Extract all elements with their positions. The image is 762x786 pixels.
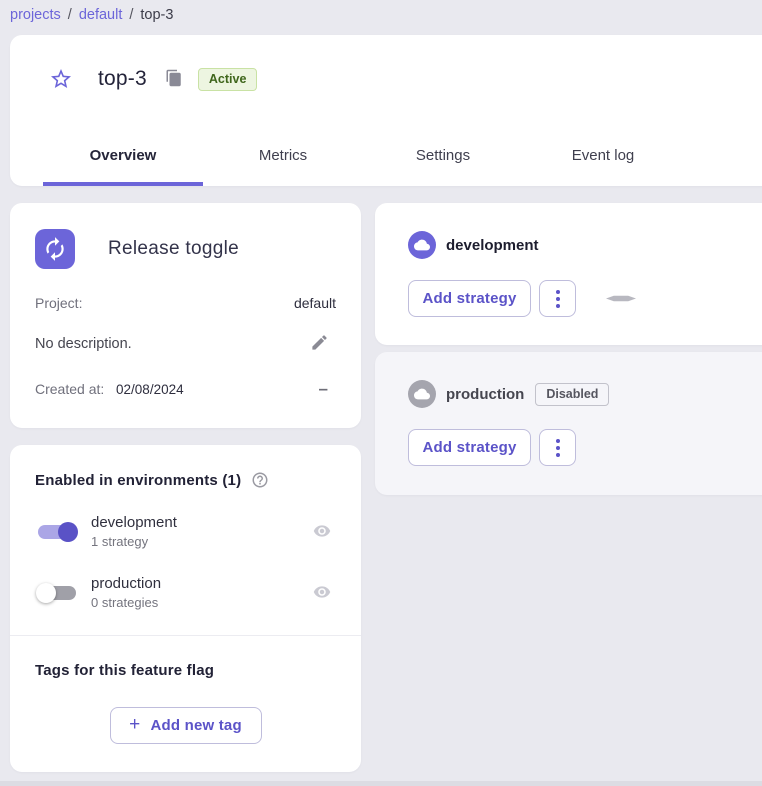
flag-type-label: Release toggle: [108, 238, 239, 260]
release-toggle-icon: [35, 229, 75, 269]
plus-icon: +: [129, 714, 140, 736]
favorite-button[interactable]: [48, 66, 74, 92]
environment-avatar: [408, 380, 436, 408]
production-toggle[interactable]: [35, 581, 79, 605]
breadcrumb-separator: /: [68, 7, 72, 23]
breadcrumb: projects / default / top-3: [10, 3, 173, 27]
cloud-icon: [414, 386, 430, 402]
project-value: default: [294, 295, 336, 311]
description-text: No description.: [35, 336, 132, 352]
development-environment-panel: development Add strategy: [375, 203, 762, 345]
separator-icon: [606, 294, 636, 304]
help-icon: [251, 471, 269, 489]
production-environment-panel: production Disabled Add strategy: [375, 352, 762, 495]
environment-panel-name: development: [446, 237, 539, 254]
environment-row-development: development 1 strategy: [35, 513, 336, 550]
tab-bar: Overview Metrics Settings Event log: [43, 124, 683, 186]
development-panel-header: development: [408, 231, 762, 259]
description-row: No description.: [35, 333, 336, 355]
environment-panel-name: production: [446, 386, 524, 403]
tab-settings[interactable]: Settings: [363, 124, 523, 186]
environments-card-header: Enabled in environments (1): [35, 471, 336, 489]
development-panel-actions: Add strategy: [408, 280, 762, 317]
feature-flag-page: projects / default / top-3 top-3 Active …: [0, 0, 762, 786]
autorenew-icon: [42, 236, 68, 262]
more-actions-button[interactable]: [539, 429, 576, 466]
kebab-icon: [556, 439, 560, 443]
copy-name-button[interactable]: [164, 69, 184, 89]
help-button[interactable]: [251, 471, 269, 489]
project-label: Project:: [35, 295, 82, 311]
next-section-edge: [0, 781, 762, 786]
page-title: top-3: [98, 67, 147, 91]
add-new-tag-button[interactable]: + Add new tag: [110, 707, 262, 744]
environments-card: Enabled in environments (1) development …: [10, 445, 361, 772]
edit-description-button[interactable]: [308, 333, 330, 355]
cloud-icon: [414, 237, 430, 253]
tab-overview[interactable]: Overview: [43, 124, 203, 186]
kebab-icon: [556, 290, 560, 294]
environment-name: production: [91, 574, 312, 594]
tags-section-title: Tags for this feature flag: [35, 662, 336, 679]
flag-details-card: Release toggle Project: default No descr…: [10, 203, 361, 428]
tags-section: Tags for this feature flag + Add new tag: [35, 636, 336, 744]
breadcrumb-current: top-3: [140, 7, 173, 23]
flag-header: top-3 Active: [10, 35, 762, 123]
breadcrumb-separator: /: [129, 7, 133, 23]
created-at-value: 02/08/2024: [116, 382, 184, 397]
more-actions-button[interactable]: [539, 280, 576, 317]
visibility-icon[interactable]: [312, 583, 332, 603]
pencil-icon: [310, 333, 329, 352]
flag-header-card: top-3 Active Overview Metrics Settings E…: [10, 35, 762, 186]
environment-name: development: [91, 513, 312, 533]
environment-strategy-count: 1 strategy: [91, 533, 312, 551]
tab-event-log[interactable]: Event log: [523, 124, 683, 186]
environments-card-title: Enabled in environments (1): [35, 472, 241, 489]
production-panel-actions: Add strategy: [408, 429, 762, 466]
project-row: Project: default: [35, 295, 336, 311]
created-at-label: Created at:: [35, 381, 104, 397]
environment-avatar: [408, 231, 436, 259]
copy-icon: [165, 69, 183, 87]
flag-type-row: Release toggle: [35, 229, 336, 269]
breadcrumb-link-projects[interactable]: projects: [10, 7, 61, 23]
visibility-icon[interactable]: [312, 522, 332, 542]
created-at-row: Created at: 02/08/2024 –: [35, 381, 336, 397]
add-strategy-button[interactable]: Add strategy: [408, 280, 531, 317]
environment-row-production: production 0 strategies: [35, 574, 336, 611]
environment-strategy-count: 0 strategies: [91, 594, 312, 612]
development-toggle[interactable]: [35, 520, 79, 544]
collapse-details-button[interactable]: –: [319, 384, 328, 394]
add-new-tag-label: Add new tag: [150, 717, 241, 734]
breadcrumb-link-default[interactable]: default: [79, 7, 123, 23]
status-badge: Active: [198, 68, 258, 91]
star-icon: [49, 67, 73, 91]
add-strategy-button[interactable]: Add strategy: [408, 429, 531, 466]
disabled-badge: Disabled: [535, 383, 609, 406]
production-panel-header: production Disabled: [408, 380, 762, 408]
tab-metrics[interactable]: Metrics: [203, 124, 363, 186]
